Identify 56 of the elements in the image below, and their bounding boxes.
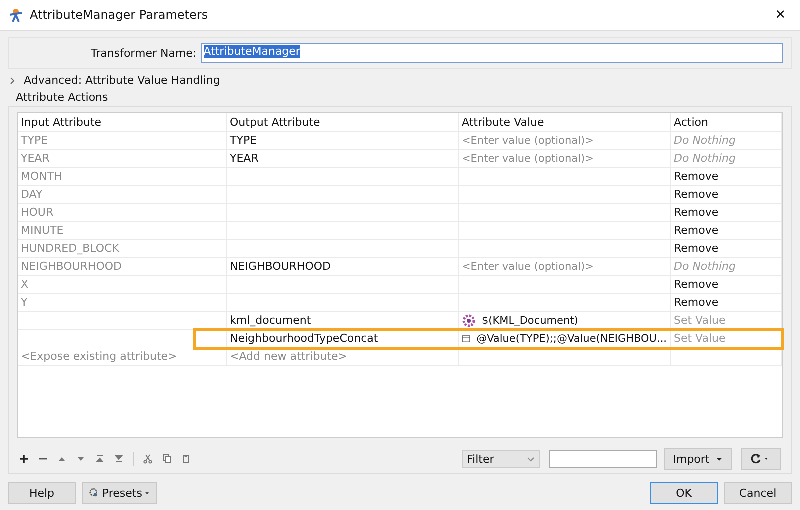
move-top-icon[interactable]: [95, 454, 105, 464]
import-button[interactable]: Import: [664, 448, 732, 470]
filter-field[interactable]: [549, 450, 657, 468]
paste-icon[interactable]: [181, 454, 191, 464]
output-attribute-cell: NeighbourhoodTypeConcat: [230, 332, 378, 345]
caret-icon: [145, 490, 150, 496]
action-cell[interactable]: Remove: [674, 296, 719, 309]
refresh-button[interactable]: [741, 448, 781, 470]
column-header: Input Attribute: [18, 113, 227, 131]
help-button[interactable]: Help: [8, 482, 76, 504]
column-header: Attribute Value: [459, 113, 671, 131]
attribute-value-cell: <Enter value (optional)>: [462, 152, 594, 164]
input-attribute-cell: MONTH: [21, 170, 62, 183]
chevron-icon: [10, 76, 16, 84]
app-logo-icon: [8, 7, 24, 23]
presets-button[interactable]: Presets: [82, 482, 157, 504]
input-attribute-cell: NEIGHBOURHOOD: [21, 260, 122, 273]
action-cell[interactable]: Remove: [674, 188, 719, 201]
action-cell[interactable]: Remove: [674, 278, 719, 291]
add-icon[interactable]: [19, 454, 29, 464]
input-attribute-cell: Y: [21, 296, 28, 309]
close-button[interactable]: ✕: [769, 8, 792, 22]
action-cell[interactable]: Remove: [674, 224, 719, 237]
input-attribute-cell: DAY: [21, 188, 43, 201]
output-attribute-cell: YEAR: [230, 152, 259, 165]
column-header: Action: [671, 113, 782, 131]
input-attribute-cell: HUNDRED_BLOCK: [21, 242, 120, 255]
output-attribute-cell: kml_document: [230, 314, 312, 327]
advanced-expander[interactable]: Advanced: Attribute Value Handling: [8, 74, 792, 87]
output-attribute-cell: TYPE: [230, 134, 258, 147]
window-title: AttributeManager Parameters: [30, 8, 210, 22]
copy-icon[interactable]: [162, 454, 172, 464]
attribute-value-cell: @Value(TYPE);;@Value(NEIGHBOU...: [476, 332, 667, 344]
ok-button[interactable]: OK: [650, 482, 718, 504]
caret-icon: [716, 456, 723, 462]
column-header: Output Attribute: [227, 113, 459, 131]
action-cell[interactable]: Remove: [674, 170, 719, 183]
input-attribute-cell: TYPE: [21, 134, 48, 147]
cancel-button[interactable]: Cancel: [724, 482, 792, 504]
gear-icon: [462, 314, 476, 328]
move-bottom-icon[interactable]: [114, 454, 124, 464]
attribute-value-cell: $(KML_Document): [482, 314, 578, 326]
attribute-value-cell: <Enter value (optional)>: [462, 260, 594, 272]
input-attribute-cell: YEAR: [21, 152, 50, 165]
input-attribute-cell: HOUR: [21, 206, 54, 219]
input-attribute-cell: MINUTE: [21, 224, 64, 237]
filter-dropdown[interactable]: Filter: [462, 450, 540, 468]
transformer-name-label: Transformer Name:: [91, 46, 197, 60]
transformer-name-field[interactable]: AttributeManager: [200, 43, 783, 63]
attribute-value-cell: <Enter value (optional)>: [462, 134, 594, 146]
action-cell[interactable]: Remove: [674, 206, 719, 219]
group-title: Attribute Actions: [16, 91, 110, 104]
action-cell[interactable]: Remove: [674, 242, 719, 255]
cut-icon[interactable]: [143, 454, 153, 464]
output-attribute-cell: NEIGHBOURHOOD: [230, 260, 331, 273]
input-attribute-cell: X: [21, 278, 29, 291]
